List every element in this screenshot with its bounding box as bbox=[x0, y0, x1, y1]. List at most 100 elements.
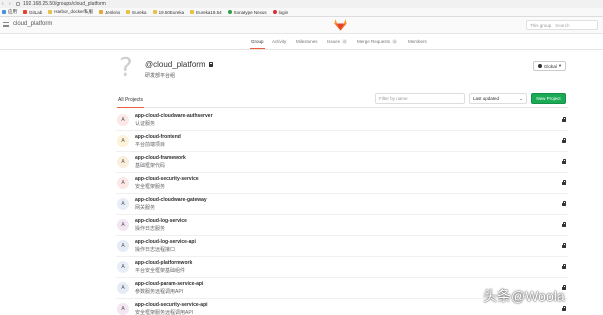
private-lock-icon bbox=[562, 159, 567, 164]
tab-group[interactable]: Group bbox=[250, 39, 265, 49]
project-name-link[interactable]: app-cloud-security-service bbox=[135, 176, 199, 182]
project-avatar[interactable]: A bbox=[117, 282, 129, 294]
tab-members[interactable]: Members bbox=[408, 39, 427, 44]
project-row[interactable]: Aapp-cloud-platformwork 平台安全框架基础组件 bbox=[116, 257, 568, 278]
notification-level-label: Global bbox=[543, 63, 557, 69]
project-avatar[interactable]: A bbox=[117, 177, 129, 189]
project-row[interactable]: Aapp-cloud-log-service 操作日志服务 bbox=[116, 215, 568, 236]
project-avatar[interactable]: A bbox=[117, 114, 129, 126]
project-description: 基础框架代码 bbox=[135, 163, 166, 169]
search-input[interactable]: This group Search bbox=[526, 20, 598, 30]
project-description: 操作日志远程接口 bbox=[135, 247, 176, 253]
tab-all-projects[interactable]: All Projects bbox=[116, 97, 145, 108]
private-lock-icon bbox=[562, 138, 567, 143]
bookmark-eureka-1954[interactable]: Eureka19.54 bbox=[190, 10, 222, 15]
tab-milestones[interactable]: Milestones bbox=[296, 39, 318, 44]
bookmark-apps[interactable]: 应用 bbox=[2, 9, 17, 15]
project-name-link[interactable]: app-cloud-security-service-api bbox=[135, 302, 208, 308]
project-description: 认证服务 bbox=[135, 121, 156, 127]
search-placeholder: Search bbox=[555, 22, 570, 28]
browser-address-bar: ‹ › 192.168.25.50/groups/cloud_platform bbox=[0, 0, 603, 8]
notification-level-button[interactable]: Global ▾ bbox=[533, 61, 566, 71]
gitlab-header: cloud_platform This group Search bbox=[0, 17, 603, 34]
project-description: 操作日志服务 bbox=[135, 226, 166, 232]
bookmark-label: Sonatype Nexus bbox=[233, 9, 267, 15]
lock-icon bbox=[208, 61, 213, 67]
project-avatar[interactable]: A bbox=[117, 240, 129, 252]
project-avatar[interactable]: A bbox=[117, 135, 129, 147]
group-avatar-placeholder-icon: ? bbox=[119, 53, 133, 83]
bookmark-eureka[interactable]: Eureka bbox=[126, 10, 147, 15]
issues-count-badge: 0 bbox=[342, 39, 348, 44]
project-avatar[interactable]: A bbox=[117, 219, 129, 231]
filter-by-name-input[interactable]: Filter by name bbox=[375, 93, 465, 104]
login-icon bbox=[272, 10, 277, 14]
folder-icon bbox=[48, 10, 53, 14]
bookmark-nexus[interactable]: Sonatype Nexus bbox=[227, 9, 267, 15]
project-avatar[interactable]: A bbox=[117, 261, 129, 273]
bookmark-eureka-1950[interactable]: 19.50Eureka bbox=[152, 10, 184, 15]
gitlab-logo-icon[interactable] bbox=[334, 19, 347, 31]
project-row[interactable]: Aapp-cloud-framework 基础框架代码 bbox=[116, 152, 568, 173]
project-row[interactable]: Aapp-cloud-frontend 平台前端项目 bbox=[116, 131, 568, 152]
folder-icon bbox=[152, 10, 157, 14]
back-icon[interactable]: ‹ bbox=[2, 2, 6, 7]
header-group-name[interactable]: cloud_platform bbox=[13, 21, 52, 27]
bookmark-label: login bbox=[278, 9, 289, 15]
project-name-link[interactable]: app-cloud-log-service bbox=[135, 218, 187, 224]
menu-icon[interactable] bbox=[3, 22, 9, 27]
chevron-down-icon: ⌄ bbox=[519, 95, 523, 101]
project-list: Aapp-cloud-cloudware-authserver 认证服务 Aapp-… bbox=[116, 110, 568, 315]
bookmark-label: Jenkins bbox=[105, 9, 121, 15]
bookmark-label: GitLab bbox=[29, 9, 43, 15]
sort-dropdown[interactable]: Last updated ⌄ bbox=[469, 93, 527, 104]
bookmarks-bar: 应用 GitLab Harbor_docker私服 Jenkins Eureka… bbox=[0, 8, 603, 17]
bookmark-label: Eureka19.54 bbox=[196, 9, 222, 15]
project-avatar[interactable]: A bbox=[117, 198, 129, 210]
new-project-button[interactable]: New Project bbox=[531, 93, 566, 104]
tab-label: Group bbox=[251, 39, 264, 44]
apps-icon bbox=[2, 10, 6, 14]
project-name-link[interactable]: app-cloud-cloudware-gateway bbox=[135, 197, 207, 203]
tab-label: Activity bbox=[272, 39, 287, 44]
project-avatar[interactable]: A bbox=[117, 303, 129, 315]
group-title: @cloud_platform bbox=[145, 60, 213, 69]
project-row[interactable]: Aapp-cloud-security-service 安全框架服务 bbox=[116, 173, 568, 194]
globe-icon bbox=[537, 64, 542, 68]
page-info-icon[interactable] bbox=[16, 2, 20, 6]
group-description: 研发部平台组 bbox=[145, 73, 176, 79]
project-name-link[interactable]: app-cloud-platformwork bbox=[135, 260, 192, 266]
private-lock-icon bbox=[562, 306, 567, 311]
project-row[interactable]: Aapp-cloud-cloudware-authserver 认证服务 bbox=[116, 110, 568, 131]
project-name-link[interactable]: app-cloud-log-service-api bbox=[135, 239, 196, 245]
tab-activity[interactable]: Activity bbox=[272, 39, 286, 44]
sort-selected-value: Last updated bbox=[473, 96, 500, 101]
project-description: 安全框架服务 bbox=[135, 184, 166, 190]
project-name-link[interactable]: app-cloud-frontend bbox=[135, 134, 181, 140]
url-field[interactable]: 192.168.25.50/groups/cloud_platform bbox=[23, 1, 106, 7]
merge-requests-count-badge: 0 bbox=[392, 39, 398, 44]
project-description: 平台前端项目 bbox=[135, 142, 166, 148]
project-name-link[interactable]: app-cloud-cloudware-authserver bbox=[135, 113, 213, 119]
project-avatar[interactable]: A bbox=[117, 156, 129, 168]
bookmark-label: Harbor_docker私服 bbox=[54, 9, 94, 14]
bookmark-login[interactable]: login bbox=[272, 9, 289, 15]
group-title-text: @cloud_platform bbox=[145, 60, 206, 69]
project-name-link[interactable]: app-cloud-framework bbox=[135, 155, 186, 161]
project-row[interactable]: Aapp-cloud-cloudware-gateway 网关服务 bbox=[116, 194, 568, 215]
tab-label: Issues bbox=[327, 39, 341, 44]
project-row[interactable]: Aapp-cloud-log-service-api 操作日志远程接口 bbox=[116, 236, 568, 257]
project-description: 网关服务 bbox=[135, 205, 156, 211]
forward-icon[interactable]: › bbox=[9, 2, 13, 7]
tab-issues[interactable]: Issues 0 bbox=[327, 39, 348, 44]
projects-toolbar: All Projects Filter by name Last updated… bbox=[116, 91, 568, 108]
project-description: 平台安全框架基础组件 bbox=[135, 268, 186, 274]
tab-label: Milestones bbox=[296, 39, 318, 44]
bookmark-harbor[interactable]: Harbor_docker私服 bbox=[48, 9, 93, 15]
bookmark-gitlab[interactable]: GitLab bbox=[23, 10, 42, 15]
folder-icon bbox=[126, 10, 131, 14]
caret-down-icon: ▾ bbox=[558, 63, 562, 68]
tab-merge-requests[interactable]: Merge Requests 0 bbox=[357, 39, 398, 44]
bookmark-jenkins[interactable]: Jenkins bbox=[99, 10, 120, 15]
project-name-link[interactable]: app-cloud-param-service-api bbox=[135, 281, 203, 287]
